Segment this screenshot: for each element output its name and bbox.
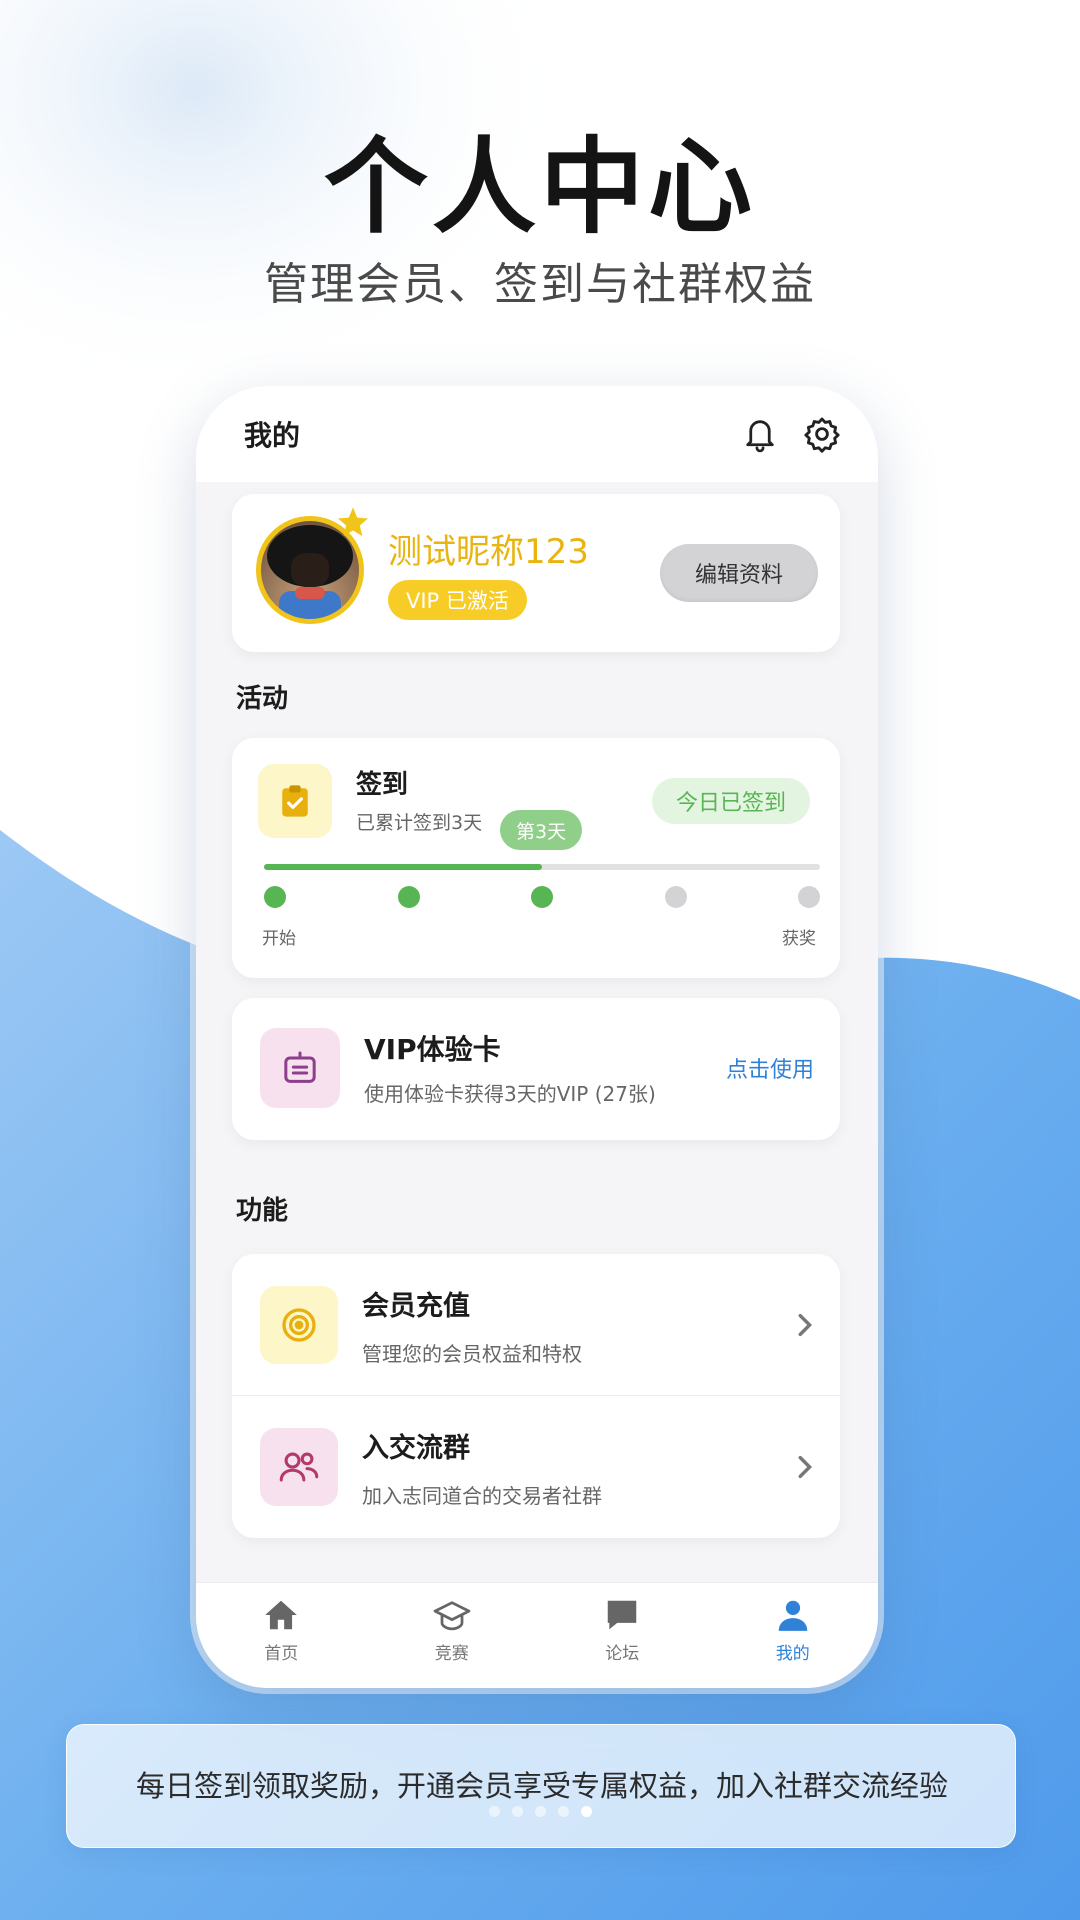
page-dot [580, 1806, 592, 1817]
progress-start-label: 开始 [262, 929, 296, 949]
page-dot [534, 1806, 546, 1817]
current-day-tag: 第3天 [500, 810, 583, 850]
list-item-description: 管理您的会员权益和特权 [362, 1342, 582, 1366]
graduation-cap-icon [433, 1601, 471, 1631]
tab-competition[interactable]: 竞赛 [367, 1583, 538, 1688]
target-icon [282, 1308, 316, 1342]
chat-icon [608, 1600, 637, 1630]
list-item-title: 入交流群 [362, 1433, 470, 1464]
vip-card-icon-tile [260, 1028, 340, 1108]
recharge-icon-tile [260, 1286, 338, 1364]
person-icon [778, 1600, 807, 1631]
functions-section-title: 功能 [236, 1196, 289, 1226]
checkin-day-dot [397, 886, 420, 908]
group-icon-tile [260, 1428, 338, 1506]
vip-trial-card[interactable]: VIP体验卡 使用体验卡获得3天的VIP (27张) 点击使用 [232, 998, 840, 1140]
tab-label: 论坛 [605, 1644, 640, 1664]
edit-profile-button[interactable]: 编辑资料 [660, 544, 818, 602]
list-item-join-group[interactable]: 入交流群 加入志同道合的交易者社群 [232, 1396, 840, 1538]
page-dot [557, 1806, 569, 1817]
app-header: 我的 [196, 386, 878, 482]
page-title: 我的 [244, 419, 301, 452]
clipboard-check-icon [282, 785, 308, 817]
tab-forum[interactable]: 论坛 [537, 1583, 708, 1688]
badge-card-icon [284, 1051, 316, 1083]
chevron-right-icon [798, 1455, 813, 1479]
bell-icon[interactable] [738, 412, 782, 456]
vip-card-description: 使用体验卡获得3天的VIP (27张) [364, 1082, 656, 1106]
checkin-day-dot [531, 886, 553, 908]
checkin-day-dot [798, 886, 820, 908]
activity-section-title: 活动 [236, 684, 289, 714]
progress-end-label: 获奖 [782, 929, 816, 949]
page-dot [511, 1806, 523, 1817]
checkin-icon-tile [258, 764, 332, 838]
hero-subtitle: 管理会员、签到与社群权益 [264, 259, 816, 310]
checkin-card: 签到 已累计签到3天 今日已签到 第3天 开始 获奖 [232, 738, 840, 978]
feature-caption: 每日签到领取奖励，开通会员享受专属权益，加入社群交流经验 [66, 1724, 1016, 1848]
vip-card-title: VIP体验卡 [364, 1033, 501, 1066]
tab-label: 首页 [264, 1644, 299, 1664]
hero-title: 个人中心 [323, 126, 756, 248]
functions-list: 会员充值 管理您的会员权益和特权 入交流群 加入志同道合的交易者社群 [232, 1254, 840, 1538]
page-dot [488, 1806, 500, 1817]
nickname: 测试昵称123 [388, 532, 589, 572]
page-indicator [0, 1806, 1080, 1817]
tab-home[interactable]: 首页 [196, 1583, 367, 1688]
caption-text: 每日签到领取奖励，开通会员享受专属权益，加入社群交流经验 [135, 1769, 948, 1803]
profile-card: 测试昵称123 VIP 已激活 编辑资料 [232, 494, 840, 652]
home-icon [265, 1600, 298, 1630]
tab-label: 竞赛 [434, 1644, 469, 1664]
checkin-description: 已累计签到3天 [356, 812, 483, 834]
list-item-membership-recharge[interactable]: 会员充值 管理您的会员权益和特权 [232, 1254, 840, 1396]
checkin-day-dot [664, 886, 687, 908]
users-icon [279, 1452, 319, 1482]
tab-mine[interactable]: 我的 [708, 1583, 879, 1688]
checkin-title: 签到 [356, 770, 409, 800]
checkin-progress-fill [264, 864, 542, 870]
star-icon [337, 507, 369, 537]
tab-label: 我的 [775, 1644, 810, 1664]
phone-mockup: 我的 测试昵称123 VIP 已激活 编辑资料 活动 签到 已累计签到3天 今日… [196, 386, 878, 1688]
checkin-day-dot [264, 886, 286, 908]
list-item-description: 加入志同道合的交易者社群 [362, 1484, 602, 1508]
checkin-progress-track [264, 864, 820, 870]
chevron-right-icon [798, 1313, 813, 1337]
checkin-status-badge: 今日已签到 [652, 778, 811, 824]
list-item-title: 会员充值 [362, 1291, 470, 1322]
vip-status-badge: VIP 已激活 [388, 580, 527, 620]
use-vip-card-link[interactable]: 点击使用 [726, 1052, 814, 1084]
gear-icon[interactable] [800, 412, 844, 456]
bottom-tab-bar: 首页 竞赛 论坛 我的 [196, 1582, 878, 1688]
